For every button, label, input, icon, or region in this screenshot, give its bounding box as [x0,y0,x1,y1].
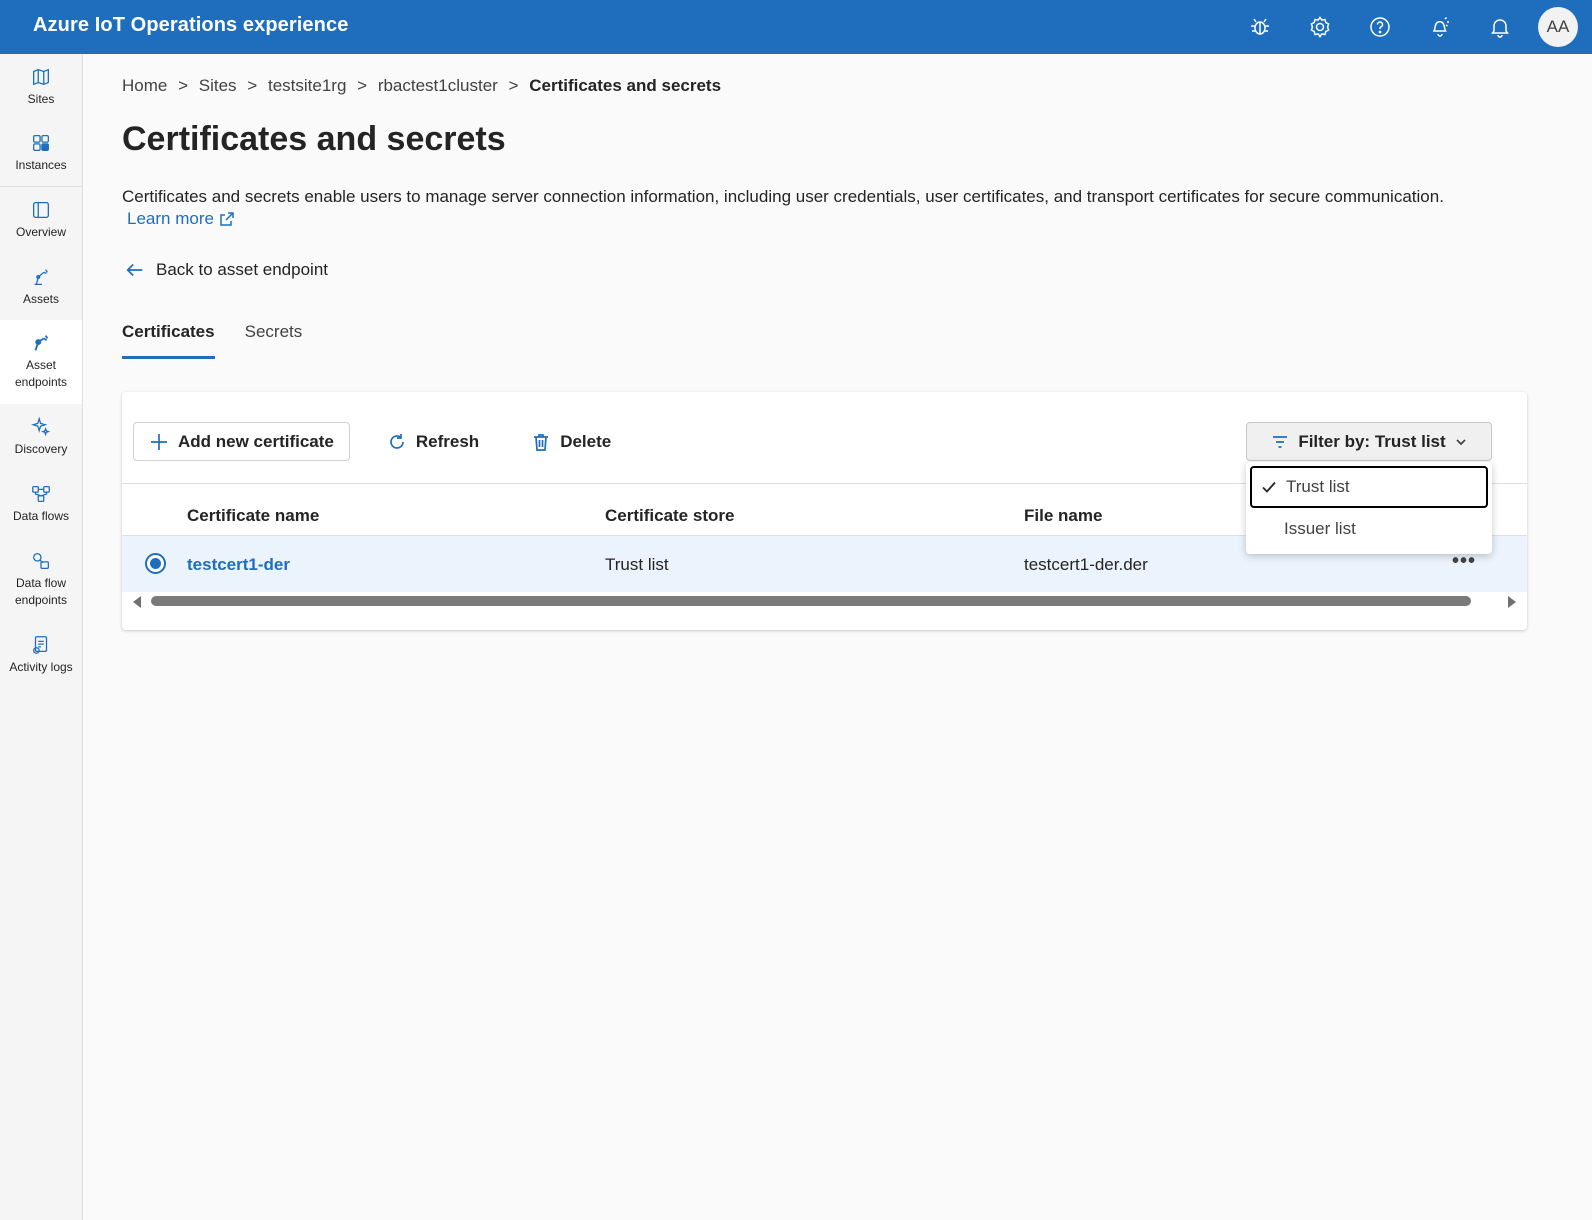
chevron-down-icon [1456,438,1466,445]
nav-label: Data flows [12,509,70,523]
learn-more-link[interactable]: Learn more [127,209,235,229]
breadcrumb-separator: > [247,76,258,95]
column-header-certificate-name[interactable]: Certificate name [187,506,319,526]
horizontal-scrollbar[interactable] [122,594,1527,608]
top-bar: Azure IoT Operations experience AA [0,0,1592,54]
file-name-cell: testcert1-der.der [1024,555,1148,574]
nav-label: Instances [15,158,67,172]
page-description: Certificates and secrets enable users to… [122,187,1444,206]
breadcrumb-separator: > [508,76,519,95]
refresh-button-label: Refresh [415,431,480,451]
tab-list: Certificates Secrets [122,322,302,359]
breadcrumb-home[interactable]: Home [122,76,167,95]
nav-item-data-flow-endpoints[interactable]: Data flow endpoints [0,538,82,622]
nav-label: Sites [27,92,55,106]
breadcrumb-separator: > [357,76,368,95]
breadcrumb: Home > Sites > testsite1rg > rbactest1cl… [122,76,727,96]
page-title: Certificates and secrets [122,120,506,158]
tab-secrets[interactable]: Secrets [245,322,303,359]
filter-icon [1273,435,1288,448]
certificate-store-cell: Trust list [605,555,669,574]
nav-label: Data flow endpoints [14,576,68,607]
refresh-icon [390,433,404,449]
column-header-file-name[interactable]: File name [1024,506,1102,526]
filter-option-trust-list[interactable]: Trust list [1250,466,1488,508]
checkmark-icon [1252,479,1286,495]
robot-arm-icon [34,269,48,285]
nav-item-overview[interactable]: Overview [0,187,82,254]
delete-button-label: Delete [560,431,612,451]
filter-button[interactable]: Filter by: Trust list [1246,422,1492,461]
instances-icon [33,135,49,151]
overview-icon [33,202,49,218]
open-external-icon [220,212,234,226]
nav-label: Overview [15,225,66,239]
nav-label: Asset endpoints [14,358,68,389]
left-nav: Sites Instances Overview Assets Asset en… [0,54,83,1220]
main-content: Home > Sites > testsite1rg > rbactest1cl… [83,54,1592,1220]
refresh-button[interactable]: Refresh [372,422,494,461]
arrow-left-icon [126,263,143,277]
breadcrumb-separator: > [178,76,189,95]
learn-more-label: Learn more [127,209,214,228]
add-new-certificate-button[interactable]: Add new certificate [133,422,350,461]
breadcrumb-current: Certificates and secrets [529,76,722,95]
app-title: Azure IoT Operations experience [33,14,349,36]
filter-option-label: Issuer list [1284,519,1356,538]
filter-button-label: Filter by: Trust list [1298,431,1446,451]
breadcrumb-cluster[interactable]: rbactest1cluster [378,76,498,95]
sparkle-icon [30,416,51,437]
nav-item-assets[interactable]: Assets [0,254,82,320]
feedback-icon[interactable] [1410,0,1470,54]
nav-label: Activity logs [9,660,73,674]
nav-label: Discovery [14,442,68,456]
scrollbar-thumb[interactable] [151,596,1471,606]
activity-log-icon [33,636,48,654]
bug-icon[interactable] [1230,0,1290,54]
top-icon-bar: AA [1230,0,1592,54]
help-icon[interactable] [1350,0,1410,54]
back-to-asset-endpoint-link[interactable]: Back to asset endpoint [124,259,328,281]
toolbar: Add new certificate Refresh Delete [133,422,626,461]
nav-item-asset-endpoints[interactable]: Asset endpoints [0,320,82,404]
nav-label: Assets [22,292,59,306]
notification-bell-icon[interactable] [1470,0,1530,54]
scroll-right-arrow-icon[interactable] [1508,596,1516,608]
nav-item-activity-logs[interactable]: Activity logs [0,622,82,706]
plus-icon [151,433,167,450]
data-flow-endpoint-icon [33,553,49,569]
nav-item-instances[interactable]: Instances [0,120,82,186]
nav-item-discovery[interactable]: Discovery [0,404,82,471]
row-select-radio[interactable] [145,553,166,574]
nav-item-data-flows[interactable]: Data flows [0,471,82,538]
back-link-label: Back to asset endpoint [156,260,329,279]
add-button-label: Add new certificate [178,431,334,451]
map-icon [33,68,49,86]
avatar[interactable]: AA [1538,7,1578,47]
scroll-left-arrow-icon[interactable] [133,596,141,608]
asset-endpoint-icon [34,335,49,351]
tab-certificates[interactable]: Certificates [122,322,215,359]
breadcrumb-site[interactable]: testsite1rg [268,76,346,95]
data-flow-icon [32,486,50,502]
filter-dropdown-menu: Trust list Issuer list [1246,462,1492,554]
breadcrumb-sites[interactable]: Sites [199,76,237,95]
gear-icon[interactable] [1290,0,1350,54]
filter-option-label: Trust list [1286,477,1350,496]
certificate-name-link[interactable]: testcert1-der [187,555,290,575]
trash-icon [534,433,549,451]
delete-button[interactable]: Delete [516,422,626,461]
filter-option-issuer-list[interactable]: Issuer list [1250,508,1488,550]
nav-item-sites[interactable]: Sites [0,54,82,120]
column-header-certificate-store[interactable]: Certificate store [605,506,734,526]
